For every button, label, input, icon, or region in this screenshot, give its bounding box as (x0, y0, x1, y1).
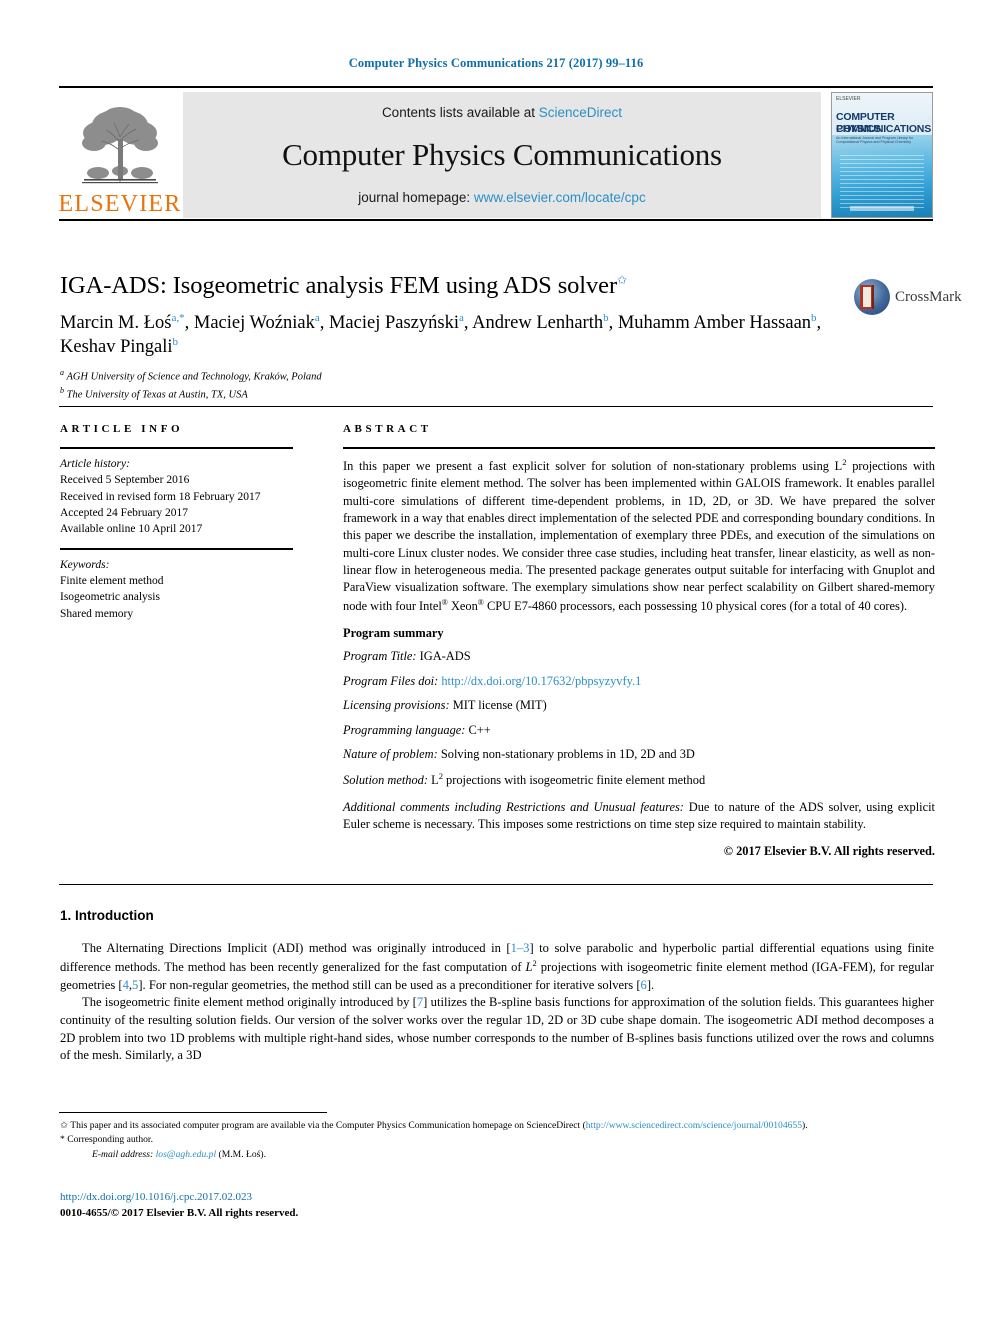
licensing-value: MIT license (MIT) (449, 698, 547, 713)
crossmark-label: CrossMark (895, 288, 962, 305)
cover-footer-bar (850, 206, 914, 211)
program-summary-item: Licensing provisions: MIT license (MIT) (343, 696, 935, 715)
contents-lists-line: Contents lists available at ScienceDirec… (382, 105, 622, 120)
article-info-rule-1 (60, 447, 293, 449)
program-title-value: IGA-ADS (416, 648, 471, 663)
nature-of-problem-label: Nature of problem: (343, 747, 438, 762)
abstract-column: ABSTRACT In this paper we present a fast… (343, 423, 935, 859)
program-summary-title: Program summary (343, 625, 444, 640)
keywords-group: Keywords: Finite element method Isogeome… (60, 557, 310, 622)
crossmark-book-glyph (860, 285, 874, 309)
abstract-section-bottom-rule (59, 884, 933, 885)
sciencedirect-link[interactable]: ScienceDirect (539, 105, 622, 120)
programming-language-label: Programming language: (343, 722, 466, 737)
solution-method-label: Solution method: (343, 773, 429, 788)
abstract-rule (343, 447, 935, 449)
nature-of-problem-value: Solving non-stationary problems in 1D, 2… (437, 747, 695, 762)
article-info-rule-2 (60, 547, 293, 550)
crossmark-icon (854, 279, 890, 315)
journal-masthead: ELSEVIER Contents lists available at Sci… (59, 86, 933, 221)
running-head: Computer Physics Communications 217 (201… (348, 56, 644, 70)
keywords-label: Keywords: (60, 558, 110, 571)
program-title-label: Program Title: (343, 648, 417, 663)
footnote-corresponding-author: * Corresponding author. (60, 1134, 153, 1146)
article-info-column: ARTICLE INFO Article history: Received 5… (60, 423, 310, 622)
body-text: The Alternating Directions Implicit (ADI… (60, 940, 934, 1065)
title-footnote-marker[interactable]: ✩ (617, 273, 627, 287)
cover-subtitle: An International Journal and Program Lib… (836, 136, 913, 144)
paper-page: Computer Physics Communications 217 (201… (0, 0, 992, 1323)
affiliation-b: b The University of Texas at Austin, TX,… (60, 385, 850, 403)
affiliation-a-text: AGH University of Science and Technology… (66, 371, 322, 383)
footnote-email: E-mail address: los@agh.edu.pl (M.M. Łoś… (60, 1148, 934, 1162)
footnote-star: ✩ This paper and its associated computer… (60, 1120, 808, 1131)
body-paragraph-2: The isogeometric finite element method o… (60, 995, 934, 1063)
licensing-label: Licensing provisions: (343, 698, 450, 713)
history-item: Accepted 24 February 2017 (60, 506, 189, 519)
footnotes: ✩ This paper and its associated computer… (60, 1119, 934, 1162)
masthead-bottom-rule (59, 219, 933, 221)
program-summary-item: Program Title: IGA-ADS (343, 647, 935, 666)
issn-copyright-line: 0010-4655/© 2017 Elsevier B.V. All right… (60, 1206, 299, 1219)
contents-prefix: Contents lists available at (381, 105, 539, 120)
article-doi-link[interactable]: http://dx.doi.org/10.1016/j.cpc.2017.02.… (60, 1190, 298, 1206)
article-info-heading: ARTICLE INFO (60, 423, 184, 435)
homepage-prefix: journal homepage: (358, 190, 474, 205)
program-files-doi-value[interactable]: http://dx.doi.org/10.17632/pbpsyzyvfy.1 (438, 674, 641, 688)
affiliation-a-marker: a (60, 368, 64, 378)
journal-cover-thumbnail: ELSEVIER COMPUTER PHYSICS COMMUNICATIONS… (831, 92, 933, 218)
affiliation-b-text: The University of Texas at Austin, TX, U… (66, 389, 248, 401)
history-item: Available online 10 April 2017 (60, 523, 203, 536)
elsevier-wordmark: ELSEVIER (58, 191, 182, 217)
cover-title-line2: COMMUNICATIONS (836, 123, 931, 135)
history-item: Received 5 September 2016 (60, 474, 190, 487)
author-list: Marcin M. Łośa,*, Maciej Woźniaka, Macie… (60, 311, 822, 358)
journal-homepage-line: journal homepage: www.elsevier.com/locat… (358, 190, 645, 205)
program-summary-item: Nature of problem: Solving non-stationar… (343, 745, 935, 764)
cover-elsevier-mark: ELSEVIER (836, 96, 861, 102)
article-history-group: Article history: Received 5 September 20… (60, 456, 310, 538)
email-suffix: (M.M. Łoś). (216, 1148, 266, 1160)
masthead-top-rule (59, 86, 933, 88)
elsevier-logo: ELSEVIER (59, 92, 181, 218)
abstract-body: In this paper we present a fast explicit… (343, 457, 935, 615)
history-item: Received in revised form 18 February 201… (60, 490, 261, 503)
program-files-doi-label: Program Files doi: (343, 673, 439, 688)
footnote-separator-rule (59, 1112, 327, 1113)
title-block: IGA-ADS: Isogeometric analysis FEM using… (60, 272, 850, 403)
program-summary-item: Programming language: C++ (343, 721, 935, 740)
copyright-line: © 2017 Elsevier B.V. All rights reserved… (723, 844, 935, 859)
section-heading-introduction: 1. Introduction (60, 908, 154, 923)
article-history-label: Article history: (60, 458, 130, 470)
body-paragraph-1: The Alternating Directions Implicit (ADI… (60, 941, 934, 992)
affiliation-b-marker: b (60, 386, 64, 396)
email-label: E-mail address: (92, 1148, 154, 1160)
crossmark-badge[interactable]: CrossMark (854, 275, 962, 319)
cover-text-lines (840, 155, 924, 211)
affiliation-a: a AGH University of Science and Technolo… (60, 367, 850, 385)
journal-homepage-link[interactable]: www.elsevier.com/locate/cpc (474, 190, 646, 205)
paper-title-text: IGA-ADS: Isogeometric analysis FEM using… (60, 272, 618, 299)
keyword-item: Finite element method (60, 574, 164, 587)
keyword-item: Isogeometric analysis (60, 591, 160, 604)
email-link[interactable]: los@agh.edu.pl (156, 1149, 217, 1160)
additional-comments-label: Additional comments including Restrictio… (343, 799, 684, 814)
additional-comments: Additional comments including Restrictio… (343, 799, 935, 834)
abstract-paragraph: In this paper we present a fast explicit… (343, 457, 936, 613)
journal-title: Computer Physics Communications (282, 137, 722, 172)
info-section-top-rule (59, 406, 933, 407)
program-summary-item: Program Files doi: http://dx.doi.org/10.… (343, 672, 935, 691)
programming-language-value: C++ (465, 722, 491, 737)
solution-method-value: L2 projections with isogeometric finite … (428, 770, 706, 788)
page-title: IGA-ADS: Isogeometric analysis FEM using… (60, 272, 850, 301)
abstract-heading: ABSTRACT (343, 423, 432, 435)
keyword-item: Shared memory (60, 607, 134, 620)
masthead-center-panel: Contents lists available at ScienceDirec… (183, 92, 821, 218)
program-summary-item: Solution method: L2 projections with iso… (343, 770, 935, 790)
bottom-block: http://dx.doi.org/10.1016/j.cpc.2017.02.… (60, 1190, 298, 1222)
